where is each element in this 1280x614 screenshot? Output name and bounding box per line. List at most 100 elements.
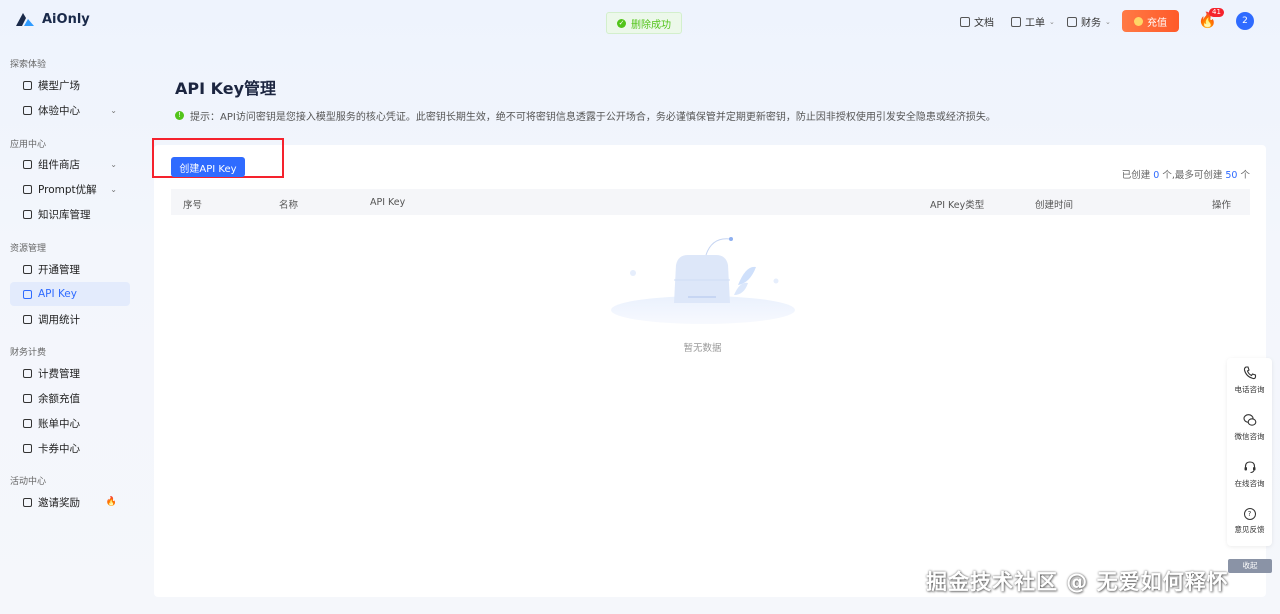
fire-icon: 🔥 <box>105 497 117 507</box>
sidebar-item-knowledge-base[interactable]: 知识库管理 <box>10 202 130 226</box>
sidebar-item-model-plaza[interactable]: 模型广场 <box>10 73 130 97</box>
sidebar-item-billing-management[interactable]: 计费管理 <box>10 361 130 385</box>
chevron-down-icon: ⌄ <box>1105 17 1111 26</box>
sidebar-item-label: 卡券中心 <box>38 442 80 455</box>
docs-label: 文档 <box>974 18 994 29</box>
column-header-api-key: API Key <box>370 197 406 208</box>
quota-middle: 个,最多可创建 <box>1159 170 1226 181</box>
logo-icon <box>16 13 34 26</box>
coupon-icon <box>23 443 32 453</box>
sidebar-item-label: 模型广场 <box>38 79 80 92</box>
info-icon: ! <box>175 111 184 120</box>
float-item-label: 在线咨询 <box>1234 479 1265 488</box>
sidebar-item-coupon-center[interactable]: 卡券中心 <box>10 436 130 460</box>
page-title: API Key管理 <box>175 79 277 98</box>
ticket-icon <box>1011 16 1021 27</box>
contact-float-panel: 电话咨询 微信咨询 在线咨询 ? 意见反馈 <box>1227 358 1272 546</box>
sidebar-item-api-key[interactable]: API Key <box>10 282 130 306</box>
quota-text: 已创建 0 个,最多可创建 50 个 <box>1122 167 1250 181</box>
gift-icon <box>23 497 32 507</box>
sidebar-item-balance-recharge[interactable]: 余额充值 <box>10 386 130 410</box>
feedback-button[interactable]: ? 意见反馈 <box>1227 508 1272 535</box>
sidebar-item-label: API Key <box>38 288 77 300</box>
chevron-down-icon: ⌄ <box>110 105 117 115</box>
section-title-activities: 活动中心 <box>10 477 47 487</box>
diamond-icon <box>23 264 32 274</box>
phone-consult-button[interactable]: 电话咨询 <box>1227 366 1272 395</box>
tip-text: 提示：API访问密钥是您接入模型服务的核心凭证。此密钥长期生效，绝不可将密钥信息… <box>190 112 996 123</box>
wechat-consult-button[interactable]: 微信咨询 <box>1227 413 1272 442</box>
toast-text: 删除成功 <box>631 19 671 31</box>
sidebar-item-label: 知识库管理 <box>38 208 91 221</box>
finance-icon <box>1067 16 1077 27</box>
docs-icon <box>960 16 970 27</box>
sidebar-item-label: 邀请奖励 <box>38 496 80 509</box>
quota-suffix: 个 <box>1237 170 1250 181</box>
sidebar-item-label: 计费管理 <box>38 367 80 380</box>
section-title-explore: 探索体验 <box>10 60 47 70</box>
cube-icon <box>23 80 32 90</box>
empty-state-illustration <box>611 237 795 324</box>
avatar[interactable]: 2 <box>1236 12 1254 30</box>
sidebar-item-label: 余额充值 <box>38 392 80 405</box>
column-header-actions: 操作 <box>1212 200 1232 211</box>
sidebar-item-activation[interactable]: 开通管理 <box>10 257 130 281</box>
column-header-name: 名称 <box>279 200 299 211</box>
top-header: AiOnly ✓ 删除成功 文档 工单 ⌄ 财务 ⌄ 充值 🔥 41 2 <box>0 0 1280 42</box>
tip-banner: ! 提示：API访问密钥是您接入模型服务的核心凭证。此密钥长期生效，绝不可将密钥… <box>175 108 996 123</box>
phone-icon <box>1243 366 1256 380</box>
check-icon: ✓ <box>617 18 626 28</box>
wechat-icon <box>1242 414 1256 426</box>
chart-icon <box>23 314 32 324</box>
section-title-resources: 资源管理 <box>10 244 47 254</box>
column-header-api-key-type: API Key类型 <box>930 200 985 211</box>
chevron-down-icon: ⌄ <box>110 184 117 194</box>
recharge-button[interactable]: 充值 <box>1122 10 1179 32</box>
ticket-label: 工单 <box>1025 18 1045 29</box>
app-logo[interactable]: AiOnly <box>14 11 90 27</box>
collapse-button[interactable]: 收起 <box>1228 559 1272 573</box>
sidebar-item-prompt[interactable]: Prompt优解 ⌄ <box>10 177 130 201</box>
sidebar-item-component-store[interactable]: 组件商店 ⌄ <box>10 152 130 176</box>
sidebar-item-label: 开通管理 <box>38 263 80 276</box>
finance-label: 财务 <box>1081 18 1101 29</box>
sidebar-item-label: 组件商店 <box>38 158 80 171</box>
key-icon <box>23 289 32 299</box>
sidebar-item-label: 调用统计 <box>38 313 80 326</box>
empty-state-text: 暂无数据 <box>683 343 722 354</box>
create-api-key-button[interactable]: 创建API Key <box>171 157 245 177</box>
float-item-label: 微信咨询 <box>1234 432 1265 441</box>
float-item-label: 意见反馈 <box>1234 525 1265 534</box>
invoice-icon <box>23 418 32 428</box>
column-header-created-time: 创建时间 <box>1035 200 1074 211</box>
finance-menu[interactable]: 财务 ⌄ <box>1067 14 1111 29</box>
table-header: 序号 名称 API Key API Key类型 创建时间 操作 <box>171 189 1250 215</box>
sidebar-item-usage-stats[interactable]: 调用统计 <box>10 307 130 331</box>
question-icon: ? <box>1243 508 1256 520</box>
grid-icon <box>23 159 32 169</box>
docs-link[interactable]: 文档 <box>960 14 994 29</box>
bill-icon <box>23 368 32 378</box>
section-title-apps: 应用中心 <box>10 140 47 150</box>
watermark: 掘金技术社区 @ 无爱如何释怀 <box>926 570 1229 594</box>
quota-max: 50 <box>1225 170 1238 181</box>
quota-prefix: 已创建 <box>1121 170 1154 181</box>
bulb-icon <box>23 184 32 194</box>
sidebar: 探索体验 模型广场 体验中心 ⌄ 应用中心 组件商店 ⌄ Prompt优解 ⌄ … <box>0 42 140 614</box>
notification-badge: 41 <box>1209 8 1224 17</box>
coin-icon <box>1134 16 1143 26</box>
headset-icon <box>1244 461 1255 473</box>
online-consult-button[interactable]: 在线咨询 <box>1227 460 1272 489</box>
success-toast: ✓ 删除成功 <box>606 12 682 34</box>
play-icon <box>23 105 32 115</box>
sidebar-item-invite-rewards[interactable]: 邀请奖励 🔥 <box>10 490 130 514</box>
book-icon <box>23 209 32 219</box>
chevron-down-icon: ⌄ <box>110 159 117 169</box>
sidebar-item-experience-center[interactable]: 体验中心 ⌄ <box>10 98 130 122</box>
ticket-menu[interactable]: 工单 ⌄ <box>1011 14 1055 29</box>
wallet-icon <box>23 393 32 403</box>
sidebar-item-billing-center[interactable]: 账单中心 <box>10 411 130 435</box>
sidebar-item-label: 体验中心 <box>38 104 80 117</box>
logo-text: AiOnly <box>42 11 90 27</box>
recharge-label: 充值 <box>1147 17 1167 29</box>
